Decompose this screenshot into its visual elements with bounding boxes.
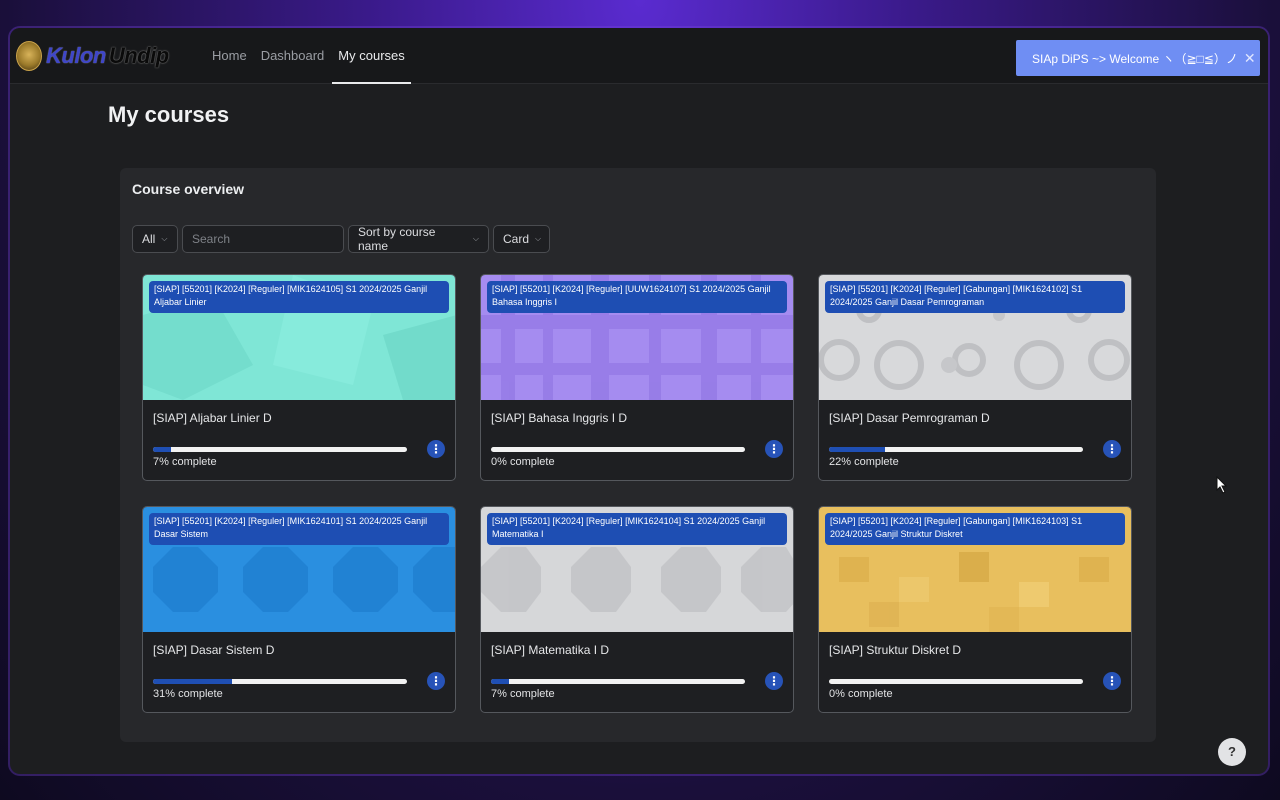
filter-value: All <box>142 232 156 246</box>
welcome-notification: SIAp DiPS ~> Welcome ヽ（≧□≦）ノ ✕ <box>1016 40 1260 76</box>
sort-dropdown[interactable]: Sort by course name ⌵ <box>348 225 489 253</box>
view-value: Card <box>503 232 530 246</box>
chevron-down-icon: ⌵ <box>161 234 168 243</box>
close-icon[interactable]: ✕ <box>1244 50 1256 67</box>
course-card[interactable]: [SIAP] [55201] [K2024] [Reguler] [MIK162… <box>480 506 794 713</box>
progress-text: 31% complete <box>153 688 223 700</box>
more-options-icon[interactable]: ⋮ <box>427 440 445 458</box>
progress-text: 0% complete <box>491 456 555 468</box>
progress-bar <box>829 679 1083 684</box>
site-logo[interactable]: Kulon Undip <box>16 40 169 72</box>
progress-fill <box>491 679 509 684</box>
filter-dropdown[interactable]: All ⌵ <box>132 225 178 253</box>
progress-text: 7% complete <box>153 456 217 468</box>
progress-fill <box>153 447 171 452</box>
course-name[interactable]: [SIAP] Dasar Pemrograman D <box>829 411 990 425</box>
search-input[interactable]: Search <box>182 225 344 253</box>
top-navbar: Kulon Undip Home Dashboard My courses SIA… <box>10 28 1268 84</box>
more-options-icon[interactable]: ⋮ <box>427 672 445 690</box>
university-seal-icon <box>16 41 42 71</box>
help-button[interactable]: ? <box>1218 738 1246 766</box>
chevron-down-icon: ⌵ <box>535 234 542 243</box>
progress-bar <box>491 447 745 452</box>
nav-home[interactable]: Home <box>206 28 253 84</box>
course-overview-panel: Course overview All ⌵ Search Sort by cour… <box>120 168 1156 742</box>
course-category-label: [SIAP] [55201] [K2024] [Reguler] [MIK162… <box>149 513 449 545</box>
course-name[interactable]: [SIAP] Matematika I D <box>491 643 609 657</box>
more-options-icon[interactable]: ⋮ <box>765 672 783 690</box>
course-name[interactable]: [SIAP] Struktur Diskret D <box>829 643 961 657</box>
progress-bar <box>153 679 407 684</box>
primary-nav: Home Dashboard My courses <box>206 28 413 84</box>
progress-bar <box>829 447 1083 452</box>
course-category-label: [SIAP] [55201] [K2024] [Reguler] [UUW162… <box>487 281 787 313</box>
course-card[interactable]: [SIAP] [55201] [K2024] [Reguler] [Gabung… <box>818 274 1132 481</box>
course-card[interactable]: [SIAP] [55201] [K2024] [Reguler] [MIK162… <box>142 506 456 713</box>
progress-fill <box>829 447 885 452</box>
logo-text-part2: Undip <box>108 43 169 68</box>
progress-text: 22% complete <box>829 456 899 468</box>
nav-my-courses[interactable]: My courses <box>332 28 412 84</box>
course-card[interactable]: [SIAP] [55201] [K2024] [Reguler] [UUW162… <box>480 274 794 481</box>
search-placeholder: Search <box>192 232 231 246</box>
view-dropdown[interactable]: Card ⌵ <box>493 225 550 253</box>
course-category-label: [SIAP] [55201] [K2024] [Reguler] [MIK162… <box>487 513 787 545</box>
page-title: My courses <box>108 102 230 127</box>
course-overview-title: Course overview <box>132 181 245 197</box>
more-options-icon[interactable]: ⋮ <box>1103 672 1121 690</box>
browser-window: Kulon Undip Home Dashboard My courses SIA… <box>10 28 1268 774</box>
nav-dashboard[interactable]: Dashboard <box>255 28 331 84</box>
chevron-down-icon: ⌵ <box>472 234 479 243</box>
progress-fill <box>153 679 232 684</box>
progress-text: 7% complete <box>491 688 555 700</box>
sort-value: Sort by course name <box>358 225 436 253</box>
logo-text-part1: Kulon <box>46 43 106 68</box>
notification-text: SIAp DiPS ~> Welcome ヽ（≧□≦）ノ <box>1032 51 1238 66</box>
course-card[interactable]: [SIAP] [55201] [K2024] [Reguler] [MIK162… <box>142 274 456 481</box>
course-category-label: [SIAP] [55201] [K2024] [Reguler] [MIK162… <box>149 281 449 313</box>
course-name[interactable]: [SIAP] Aljabar Linier D <box>153 411 272 425</box>
more-options-icon[interactable]: ⋮ <box>765 440 783 458</box>
course-category-label: [SIAP] [55201] [K2024] [Reguler] [Gabung… <box>825 281 1125 313</box>
progress-bar <box>153 447 407 452</box>
course-name[interactable]: [SIAP] Dasar Sistem D <box>153 643 274 657</box>
progress-text: 0% complete <box>829 688 893 700</box>
course-name[interactable]: [SIAP] Bahasa Inggris I D <box>491 411 627 425</box>
mouse-cursor-icon <box>1216 476 1228 494</box>
progress-bar <box>491 679 745 684</box>
more-options-icon[interactable]: ⋮ <box>1103 440 1121 458</box>
course-overview-controls: All ⌵ Search Sort by course name ⌵ Card ⌵ <box>132 225 550 253</box>
course-category-label: [SIAP] [55201] [K2024] [Reguler] [Gabung… <box>825 513 1125 545</box>
course-card[interactable]: [SIAP] [55201] [K2024] [Reguler] [Gabung… <box>818 506 1132 713</box>
